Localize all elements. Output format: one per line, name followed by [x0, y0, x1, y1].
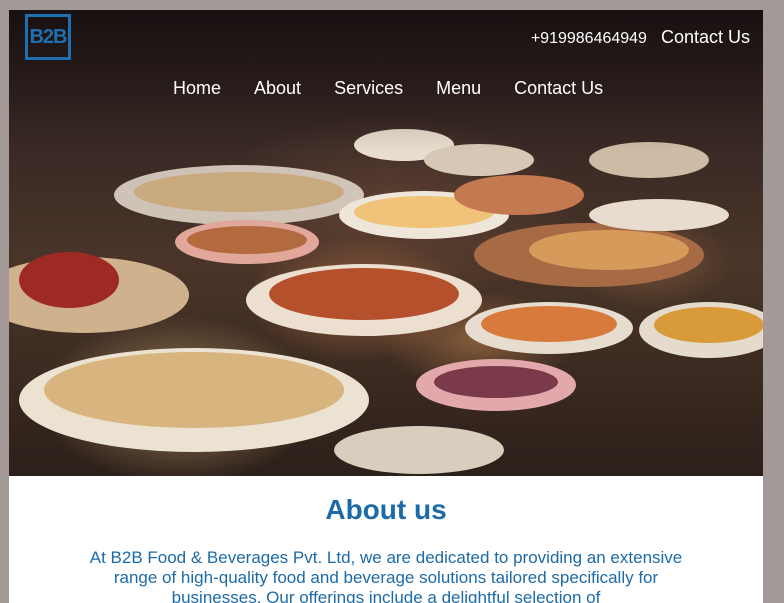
page: B2B +919986464949 Contact Us Home About … — [9, 10, 763, 603]
main-nav: Home About Services Menu Contact Us — [173, 78, 603, 99]
about-heading: About us — [325, 494, 447, 525]
about-section: About us At B2B Food & Beverages Pvt. Lt… — [9, 476, 763, 603]
nav-item-contact[interactable]: Contact Us — [514, 78, 603, 99]
nav-item-menu[interactable]: Menu — [436, 78, 481, 99]
phone-number[interactable]: +919986464949 — [531, 30, 647, 48]
about-body-text: At B2B Food & Beverages Pvt. Ltd, we are… — [89, 548, 683, 603]
hero-banner-image: B2B +919986464949 Contact Us Home About … — [9, 10, 763, 476]
nav-item-about[interactable]: About — [254, 78, 301, 99]
header-contact: +919986464949 Contact Us — [531, 27, 750, 48]
brand-logo[interactable]: B2B — [25, 14, 71, 60]
nav-item-home[interactable]: Home — [173, 78, 221, 99]
nav-item-services[interactable]: Services — [334, 78, 403, 99]
brand-logo-text: B2B — [29, 25, 67, 48]
header-contact-link[interactable]: Contact Us — [661, 27, 750, 48]
